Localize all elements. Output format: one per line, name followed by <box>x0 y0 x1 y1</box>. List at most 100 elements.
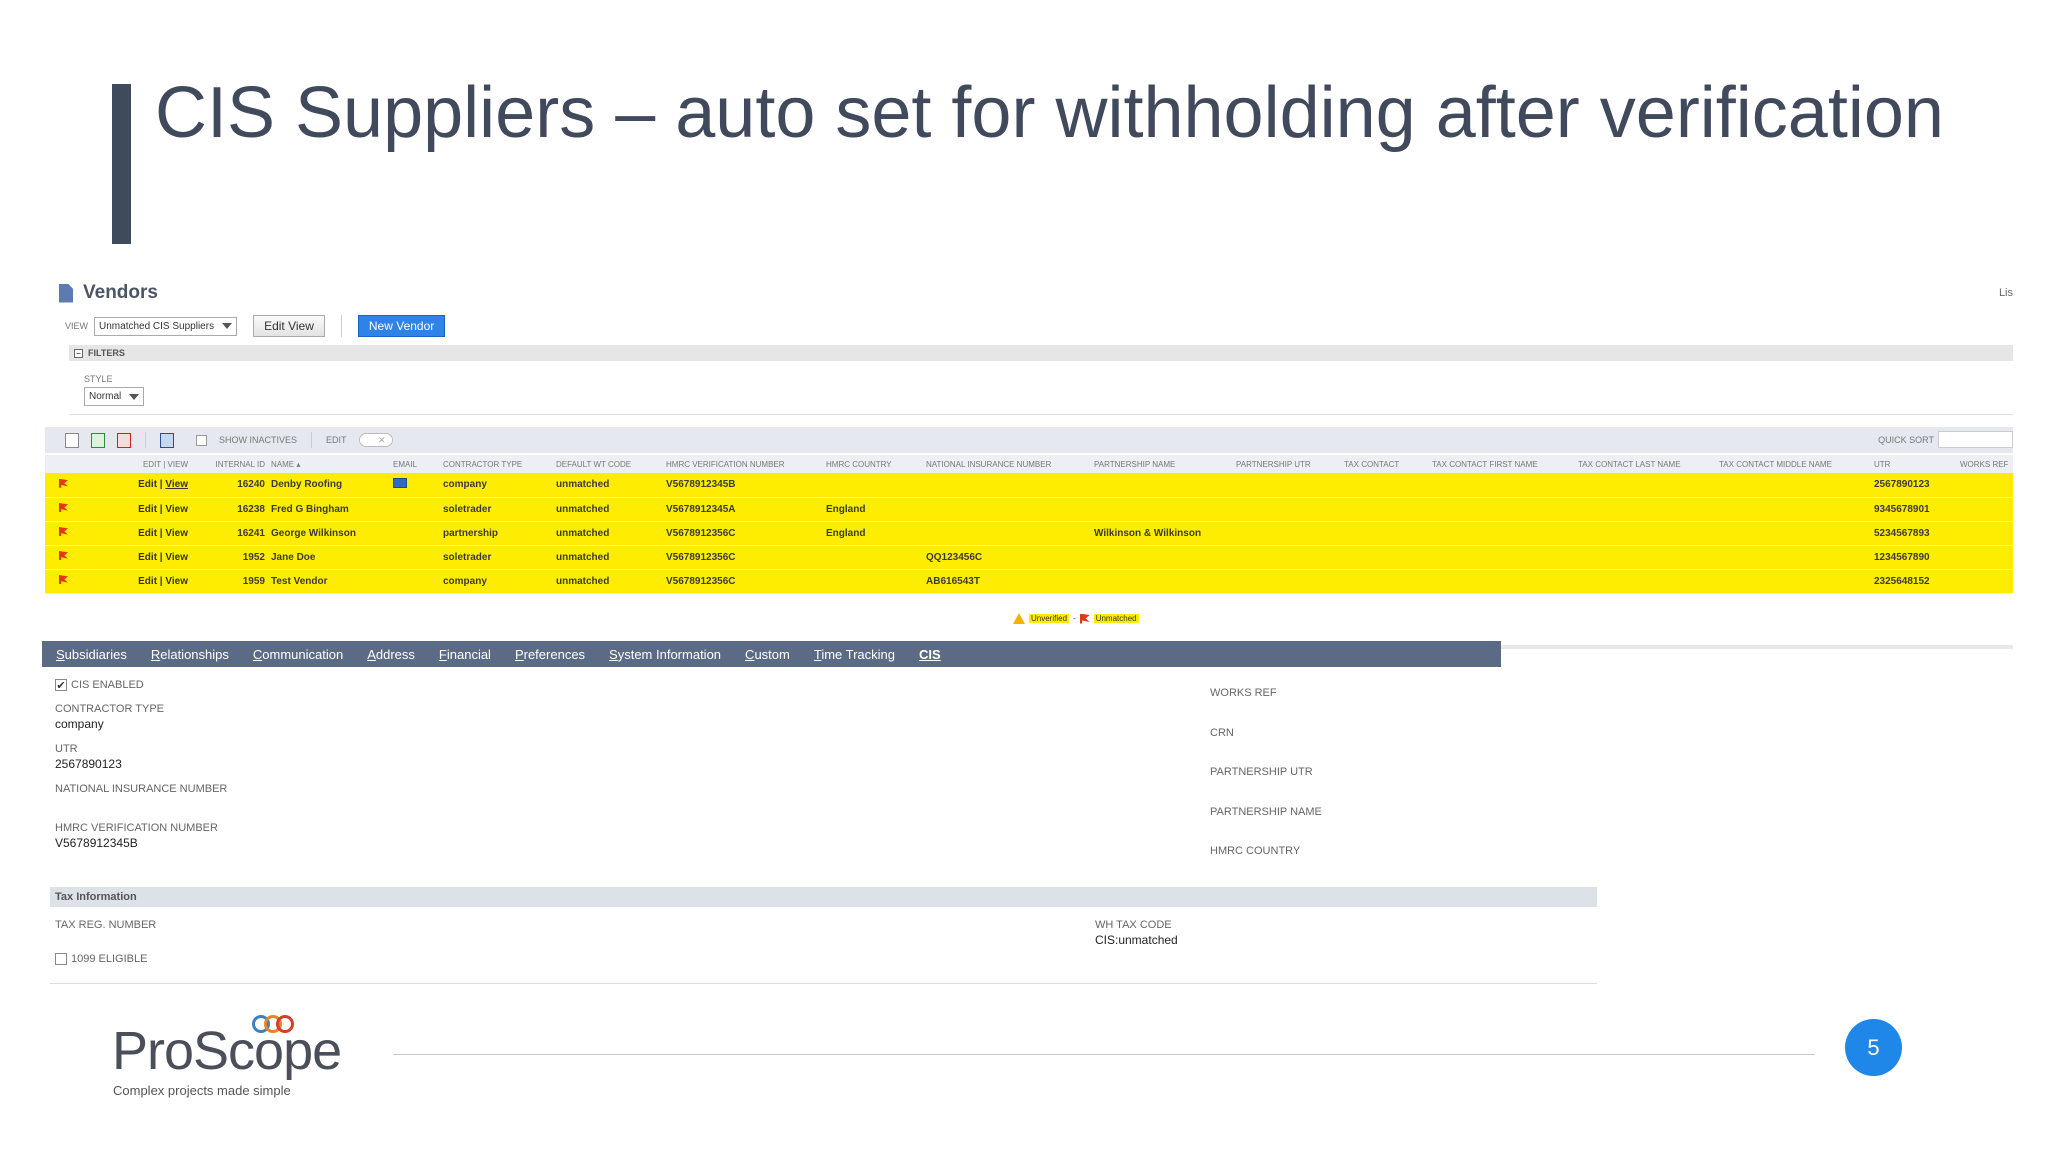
tab-cis[interactable]: CIS <box>919 647 941 662</box>
ni-number-cell <box>923 497 1091 522</box>
hmrc-country-cell <box>823 473 923 498</box>
title-accent-bar <box>112 84 131 244</box>
wh-tax-code-label: WH TAX CODE <box>1095 919 1172 931</box>
tab-relationships[interactable]: Relationships <box>151 647 229 662</box>
column-header[interactable]: TAX CONTACT <box>1341 455 1429 473</box>
edit-view-button[interactable]: Edit View <box>253 315 325 337</box>
slide-title: CIS Suppliers – auto set for withholding… <box>155 73 1944 153</box>
filters-toggle[interactable]: − FILTERS <box>69 345 2013 361</box>
column-header[interactable]: CONTRACTOR TYPE <box>440 455 553 473</box>
filters-panel <box>69 361 2013 415</box>
ni-number-cell: QQ123456C <box>923 545 1091 570</box>
new-document-icon[interactable] <box>65 432 79 448</box>
wt-code-cell: unmatched <box>553 569 663 594</box>
flag-icon <box>59 503 68 512</box>
style-select[interactable]: Normal <box>84 387 145 406</box>
table-row: Edit | View 1959 Test Vendor company unm… <box>45 569 2013 594</box>
edit-toggle[interactable]: ✕ <box>358 433 393 447</box>
column-header[interactable]: TAX CONTACT FIRST NAME <box>1429 455 1575 473</box>
edit-link[interactable]: Edit <box>138 479 157 490</box>
edit-link[interactable]: Edit <box>138 504 157 515</box>
list-link[interactable]: Lis <box>1999 287 2013 299</box>
flag-cell <box>45 473 105 498</box>
collapse-icon: − <box>74 348 83 358</box>
logo-wordmark: ProScope <box>112 1021 342 1081</box>
partnership-name-label: PARTNERSHIP NAME <box>1210 806 1322 818</box>
column-header[interactable]: PARTNERSHIP NAME <box>1091 455 1233 473</box>
flag-icon <box>59 575 68 584</box>
column-header[interactable]: TAX CONTACT MIDDLE NAME <box>1716 455 1871 473</box>
contractor-type-cell: partnership <box>440 521 553 546</box>
view-link[interactable]: View <box>165 576 188 587</box>
tab-financial[interactable]: Financial <box>439 647 491 662</box>
table-row: Edit | View 1952 Jane Doe soletrader unm… <box>45 545 2013 570</box>
cis-enabled-checkbox[interactable]: ✔ <box>55 679 67 692</box>
view-link[interactable]: View <box>165 528 188 539</box>
partnership-name-field: PARTNERSHIP NAME <box>1210 806 1322 818</box>
column-header[interactable]: TAX CONTACT LAST NAME <box>1575 455 1716 473</box>
chevron-down-icon <box>222 323 233 329</box>
column-header[interactable]: HMRC COUNTRY <box>823 455 923 473</box>
tab-address[interactable]: Address <box>367 647 415 662</box>
column-header[interactable]: INTERNAL ID <box>191 455 268 473</box>
column-header[interactable]: HMRC VERIFICATION NUMBER <box>663 455 823 473</box>
table-row: Edit | View 16241 George Wilkinson partn… <box>45 521 2013 546</box>
email-cell <box>390 497 440 522</box>
tab-custom[interactable]: Custom <box>745 647 790 662</box>
column-header[interactable]: WORKS REF <box>1957 455 2013 473</box>
view-link[interactable]: View <box>165 479 188 490</box>
cis-enabled-label: CIS ENABLED <box>71 679 144 691</box>
view-select-value: Unmatched CIS Suppliers <box>99 320 215 332</box>
hmrc-number-label: HMRC VERIFICATION NUMBER <box>55 822 218 834</box>
page-header: Vendors <box>59 282 158 304</box>
wt-code-cell: unmatched <box>553 497 663 522</box>
column-header[interactable]: NAME ▴ <box>268 455 390 473</box>
contractor-type-cell: company <box>440 569 553 594</box>
export-pdf-icon[interactable] <box>117 432 131 448</box>
tax-information-header[interactable]: Tax Information <box>50 887 1597 907</box>
edit-link[interactable]: Edit <box>138 576 157 587</box>
show-inactives-checkbox[interactable] <box>196 434 207 446</box>
tab-time-tracking[interactable]: Time Tracking <box>814 647 895 662</box>
wh-tax-code-value: CIS:unmatched <box>1095 933 1178 947</box>
ni-number-cell <box>923 521 1091 546</box>
export-excel-icon[interactable] <box>91 432 105 448</box>
1099-eligible-checkbox[interactable] <box>55 953 67 966</box>
print-icon[interactable] <box>160 432 174 448</box>
quick-sort-input[interactable] <box>1938 431 2013 448</box>
email-icon[interactable] <box>393 478 407 489</box>
view-select[interactable]: Unmatched CIS Suppliers <box>94 316 238 336</box>
contractor-type-field: CONTRACTOR TYPE company <box>55 703 164 731</box>
contractor-type-cell: company <box>440 473 553 498</box>
column-header[interactable]: PARTNERSHIP UTR <box>1233 455 1341 473</box>
column-header[interactable]: DEFAULT WT CODE <box>553 455 663 473</box>
table-row: Edit | View 16240 Denby Roofing company … <box>45 473 2013 498</box>
style-select-wrap: Normal <box>84 387 145 406</box>
edit-link[interactable]: Edit <box>138 552 157 563</box>
name-cell: Denby Roofing <box>268 473 390 498</box>
view-link[interactable]: View <box>165 552 188 563</box>
column-header[interactable]: EMAIL <box>390 455 440 473</box>
tab-communication[interactable]: Communication <box>253 647 343 662</box>
internal-id-cell: 16241 <box>191 521 268 546</box>
tab-subsidiaries[interactable]: Subsidiaries <box>56 647 127 662</box>
view-link[interactable]: View <box>165 504 188 515</box>
column-header[interactable]: NATIONAL INSURANCE NUMBER <box>923 455 1091 473</box>
cis-enabled-field: ✔ CIS ENABLED <box>55 679 144 692</box>
logo-tagline: Complex projects made simple <box>113 1083 291 1098</box>
vendors-table: EDIT | VIEW INTERNAL ID NAME ▴ EMAIL CON… <box>45 455 2013 594</box>
table-row: Edit | View 16238 Fred G Bingham soletra… <box>45 497 2013 522</box>
utr-cell: 5234567893 <box>1871 521 1957 546</box>
partnership-name-cell <box>1091 569 1233 594</box>
new-vendor-button[interactable]: New Vendor <box>357 315 446 337</box>
divider <box>340 315 342 337</box>
tab-preferences[interactable]: Preferences <box>515 647 585 662</box>
column-header[interactable]: UTR <box>1871 455 1957 473</box>
ni-number-field: NATIONAL INSURANCE NUMBER <box>55 783 227 795</box>
filters-label: FILTERS <box>88 348 125 358</box>
section-divider <box>50 983 1597 984</box>
partnership-utr-label: PARTNERSHIP UTR <box>1210 766 1313 778</box>
chevron-down-icon <box>129 393 140 400</box>
edit-link[interactable]: Edit <box>138 528 157 539</box>
tab-system-information[interactable]: System Information <box>609 647 721 662</box>
